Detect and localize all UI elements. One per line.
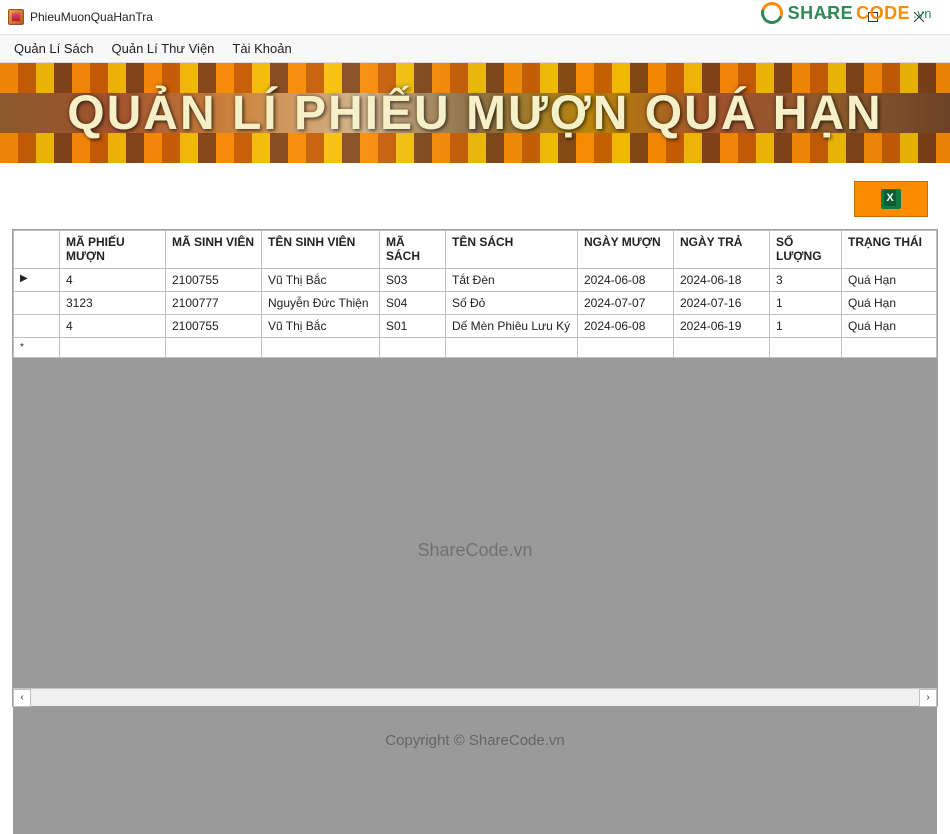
col-trang-thai[interactable]: TRẠNG THÁI <box>842 231 937 269</box>
cell-ngay-muon[interactable]: 2024-06-08 <box>578 315 674 338</box>
new-row-cell[interactable] <box>578 338 674 358</box>
cell-so-luong[interactable]: 1 <box>770 292 842 315</box>
menu-quan-li-thu-vien[interactable]: Quản Lí Thư Viện <box>112 41 215 56</box>
new-row-cell[interactable] <box>446 338 578 358</box>
cell-ngay-tra[interactable]: 2024-06-19 <box>674 315 770 338</box>
cell-ngay-tra[interactable]: 2024-07-16 <box>674 292 770 315</box>
titlebar: PhieuMuonQuaHanTra <box>0 0 950 35</box>
new-row-indicator[interactable]: * <box>14 338 60 358</box>
banner: QUẢN LÍ PHIẾU MƯỢN QUÁ HẠN <box>0 63 950 163</box>
col-ngay-tra[interactable]: NGÀY TRẢ <box>674 231 770 269</box>
row-indicator[interactable] <box>14 292 60 315</box>
new-row-cell[interactable] <box>770 338 842 358</box>
cell-so-luong[interactable]: 1 <box>770 315 842 338</box>
window-title: PhieuMuonQuaHanTra <box>30 10 153 24</box>
cell-ten-sv[interactable]: Vũ Thị Bắc <box>262 269 380 292</box>
cell-ma-sv[interactable]: 2100777 <box>166 292 262 315</box>
row-indicator[interactable]: ▶ <box>14 269 60 292</box>
table-row[interactable]: ▶42100755Vũ Thị BắcS03Tắt Đèn2024-06-082… <box>14 269 937 292</box>
close-button[interactable] <box>896 4 942 30</box>
new-row-cell[interactable] <box>674 338 770 358</box>
new-row-cell[interactable] <box>262 338 380 358</box>
cell-ma-phieu[interactable]: 3123 <box>60 292 166 315</box>
new-row-cell[interactable] <box>380 338 446 358</box>
menubar: Quản Lí Sách Quản Lí Thư Viện Tài Khoản <box>0 35 950 63</box>
table-row[interactable]: 42100755Vũ Thị BắcS01Dế Mèn Phiêu Lưu Ký… <box>14 315 937 338</box>
row-handle-header <box>14 231 60 269</box>
cell-ma-sv[interactable]: 2100755 <box>166 269 262 292</box>
toolbar <box>0 163 950 223</box>
minimize-button[interactable] <box>804 4 850 30</box>
col-so-luong[interactable]: SỐ LƯỢNG <box>770 231 842 269</box>
header-row: MÃ PHIẾU MƯỢN MÃ SINH VIÊN TÊN SINH VIÊN… <box>14 231 937 269</box>
cell-ngay-muon[interactable]: 2024-06-08 <box>578 269 674 292</box>
col-ten-sach[interactable]: TÊN SÁCH <box>446 231 578 269</box>
horizontal-scrollbar[interactable]: ‹ › <box>13 688 937 706</box>
cell-ngay-tra[interactable]: 2024-06-18 <box>674 269 770 292</box>
row-indicator[interactable] <box>14 315 60 338</box>
cell-ma-sach[interactable]: S03 <box>380 269 446 292</box>
cell-ten-sach[interactable]: Dế Mèn Phiêu Lưu Ký <box>446 315 578 338</box>
cell-ma-phieu[interactable]: 4 <box>60 269 166 292</box>
col-ma-sach[interactable]: MÃ SÁCH <box>380 231 446 269</box>
cell-ten-sv[interactable]: Vũ Thị Bắc <box>262 315 380 338</box>
cell-so-luong[interactable]: 3 <box>770 269 842 292</box>
grid-empty-area <box>13 358 937 834</box>
cell-ten-sach[interactable]: Số Đỏ <box>446 292 578 315</box>
cell-ngay-muon[interactable]: 2024-07-07 <box>578 292 674 315</box>
scroll-left-button[interactable]: ‹ <box>13 689 31 707</box>
cell-ma-sv[interactable]: 2100755 <box>166 315 262 338</box>
new-row-cell[interactable] <box>166 338 262 358</box>
maximize-button[interactable] <box>850 4 896 30</box>
table-row[interactable]: 31232100777Nguyễn Đức ThiệnS04Số Đỏ2024-… <box>14 292 937 315</box>
datagrid[interactable]: MÃ PHIẾU MƯỢN MÃ SINH VIÊN TÊN SINH VIÊN… <box>12 229 938 707</box>
cell-trang-thai[interactable]: Quá Hạn <box>842 315 937 338</box>
cell-ma-phieu[interactable]: 4 <box>60 315 166 338</box>
table-new-row[interactable]: * <box>14 338 937 358</box>
new-row-cell[interactable] <box>842 338 937 358</box>
app-icon <box>8 9 24 25</box>
cell-ma-sach[interactable]: S01 <box>380 315 446 338</box>
col-ma-phieu[interactable]: MÃ PHIẾU MƯỢN <box>60 231 166 269</box>
menu-quan-li-sach[interactable]: Quản Lí Sách <box>14 41 94 56</box>
scroll-right-button[interactable]: › <box>919 689 937 707</box>
excel-icon <box>881 189 901 209</box>
col-ngay-muon[interactable]: NGÀY MƯỢN <box>578 231 674 269</box>
cell-ten-sv[interactable]: Nguyễn Đức Thiện <box>262 292 380 315</box>
cell-ma-sach[interactable]: S04 <box>380 292 446 315</box>
banner-title: QUẢN LÍ PHIẾU MƯỢN QUÁ HẠN <box>67 86 882 141</box>
cell-trang-thai[interactable]: Quá Hạn <box>842 269 937 292</box>
col-ten-sv[interactable]: TÊN SINH VIÊN <box>262 231 380 269</box>
col-ma-sv[interactable]: MÃ SINH VIÊN <box>166 231 262 269</box>
new-row-cell[interactable] <box>60 338 166 358</box>
cell-trang-thai[interactable]: Quá Hạn <box>842 292 937 315</box>
cell-ten-sach[interactable]: Tắt Đèn <box>446 269 578 292</box>
export-excel-button[interactable] <box>854 181 928 217</box>
menu-tai-khoan[interactable]: Tài Khoản <box>232 41 291 56</box>
